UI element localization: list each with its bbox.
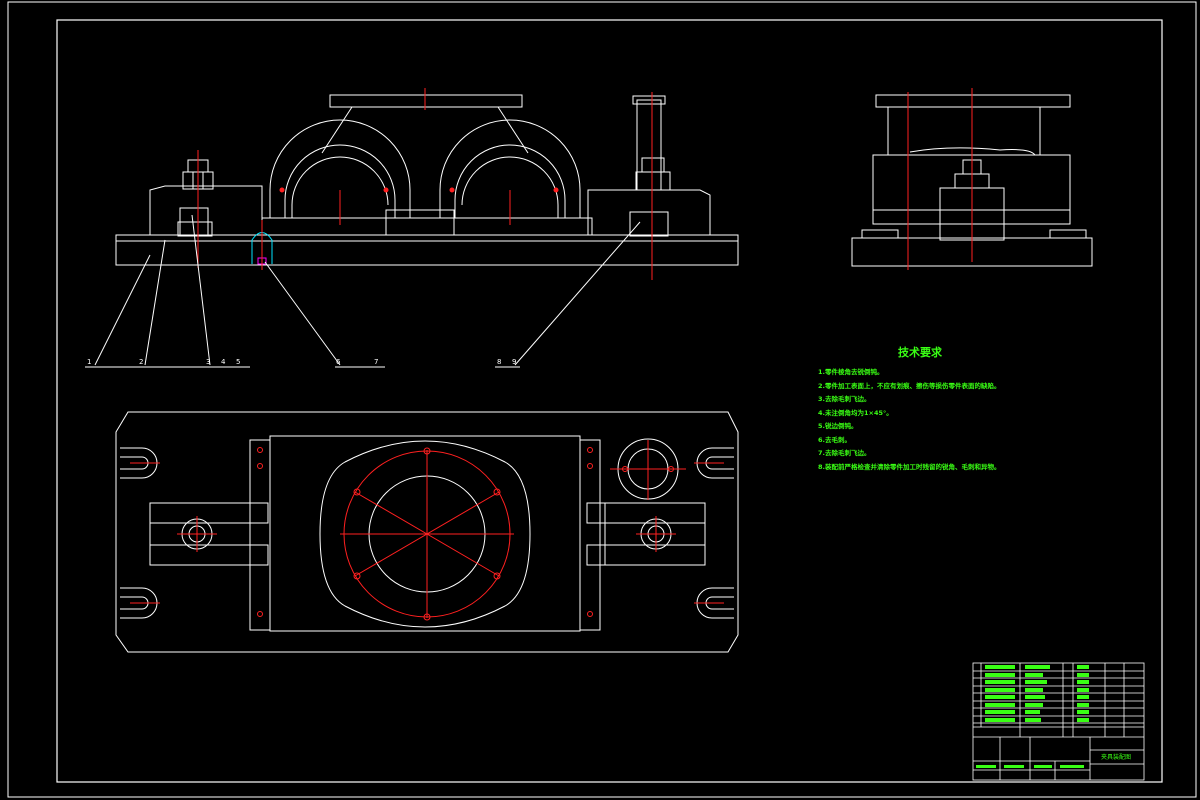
- part-balloons: 1 2 3 4 5 6 7 8 9: [87, 358, 516, 366]
- balloon-9: 9: [512, 358, 516, 366]
- balloon-7: 7: [374, 358, 378, 366]
- title-block-entries: [976, 665, 1089, 768]
- balloon-1: 1: [87, 358, 91, 366]
- balloon-3: 3: [206, 358, 210, 366]
- technical-requirements-list: 1.零件棱角去锐倒钝。 2.零件加工表面上，不应有划痕、擦伤等损伤零件表面的缺陷…: [818, 366, 1001, 474]
- tech-req-item-6: 6.去毛刺。: [818, 435, 851, 444]
- balloon-2: 2: [139, 358, 143, 366]
- cad-drawing-canvas: 1 2 3 4 5 6 7 8 9: [7, 1, 1197, 798]
- tech-req-item-1: 1.零件棱角去锐倒钝。: [818, 368, 884, 376]
- front-view-centerlines: [197, 88, 653, 280]
- top-view-centerlines: [130, 440, 724, 621]
- side-view-centerlines: [907, 88, 973, 270]
- balloon-6: 6: [336, 358, 341, 366]
- technical-requirements-title: 技术要求: [898, 346, 942, 359]
- tech-req-item-8: 8.装配前严格检查并清除零件加工时残留的锐角、毛刺和异物。: [818, 462, 1001, 471]
- front-view: [115, 94, 739, 266]
- balloon-8: 8: [497, 358, 501, 366]
- tech-req-item-2: 2.零件加工表面上，不应有划痕、擦伤等损伤零件表面的缺陷。: [818, 381, 1001, 390]
- tech-req-item-4: 4.未注倒角均为1×45°。: [818, 408, 893, 417]
- drawing-name: 夹具装配图: [1100, 754, 1131, 761]
- balloon-5: 5: [236, 358, 240, 366]
- tech-req-item-3: 3.去除毛刺飞边。: [818, 395, 871, 403]
- balloon-4: 4: [221, 358, 226, 366]
- tech-req-item-7: 7.去除毛刺飞边。: [818, 449, 871, 457]
- tech-req-item-5: 5.锐边倒钝。: [818, 422, 858, 430]
- leader-lines: [85, 214, 641, 368]
